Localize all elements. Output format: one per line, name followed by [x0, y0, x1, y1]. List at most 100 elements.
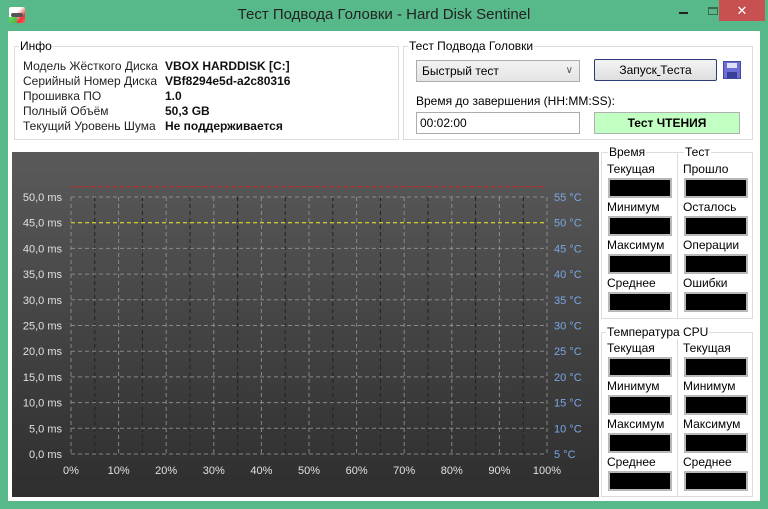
y2-tick-label: 40 °C: [554, 269, 582, 281]
time-group-label: Время: [608, 145, 647, 159]
test-stat-label: Операции: [683, 238, 740, 252]
temperature-stat-value-box: [608, 395, 672, 415]
info-label-noise: Текущий Уровень Шума: [23, 119, 156, 133]
time-stat-value-box: [608, 178, 672, 198]
temperature-stat-value-box: [608, 357, 672, 377]
time-stat-value-box: [608, 216, 672, 236]
x-tick-label: 70%: [393, 465, 415, 477]
test-stat-value-box: [684, 178, 748, 198]
test-stat-label: Ошибки: [683, 276, 728, 290]
minimize-icon: [678, 11, 688, 14]
info-value-firmware: 1.0: [165, 89, 182, 103]
save-icon[interactable]: [723, 61, 741, 79]
test-stat-label: Прошло: [683, 162, 729, 176]
time-stat-value-box: [608, 254, 672, 274]
y2-tick-label: 45 °C: [554, 243, 582, 255]
stats-divider: [677, 153, 678, 319]
y2-tick-label: 50 °C: [554, 218, 582, 230]
temperature-stat-label: Текущая: [607, 341, 655, 355]
x-tick-label: 90%: [488, 465, 510, 477]
chevron-down-icon: ∨: [565, 65, 573, 76]
info-value-serial: VBf8294e5d-a2c80316: [165, 74, 291, 88]
seek-time-chart: 0,0 ms 5,0 ms 10,0 ms 15,0 ms 20,0 ms 25,0 ms…: [12, 152, 599, 497]
temperature-stat-label: Среднее: [607, 455, 656, 469]
y-tick-label: 25,0 ms: [23, 321, 63, 333]
test-group-label: Тест Подвода Головки: [408, 39, 535, 53]
x-tick-label: 30%: [203, 465, 225, 477]
info-label-capacity: Полный Объём: [23, 104, 109, 118]
time-stat-label: Максимум: [607, 238, 665, 252]
time-test-stats-group: Время Тест Текущая Минимум Максимум Среднее…: [601, 145, 753, 319]
app-window: Тест Подвода Головки - Hard Disk Sentine…: [0, 0, 768, 509]
cpu-stat-value-box: [684, 433, 748, 453]
start-test-button[interactable]: Запуск Теста: [594, 59, 717, 81]
time-stat-label: Текущая: [607, 162, 655, 176]
time-stat-value-box: [608, 292, 672, 312]
test-mode-value: Быстрый тест: [422, 64, 499, 78]
temperature-cpu-stats-group: Температура CPU Текущая Минимум Максимум Ср…: [601, 325, 753, 497]
info-label-serial: Серийный Номер Диска: [23, 74, 157, 88]
y-tick-label: 30,0 ms: [23, 295, 63, 307]
y-tick-label: 40,0 ms: [23, 243, 63, 255]
time-remaining-input[interactable]: [416, 112, 580, 134]
chart-svg: 0,0 ms 5,0 ms 10,0 ms 15,0 ms 20,0 ms 25,0 ms…: [23, 186, 582, 477]
cpu-stat-value-box: [684, 395, 748, 415]
x-tick-label: 10%: [108, 465, 130, 477]
info-label-model: Модель Жёсткого Диска: [23, 59, 158, 73]
time-remaining-label: Время до завершения (HH:MM:SS):: [416, 94, 615, 108]
test-stat-value-box: [684, 292, 748, 312]
test-stat-value-box: [684, 254, 748, 274]
y-tick-label: 45,0 ms: [23, 218, 63, 230]
info-label-firmware: Прошивка ПО: [23, 89, 102, 103]
y-tick-label: 5,0 ms: [29, 423, 63, 435]
x-tick-label: 0%: [63, 465, 79, 477]
y-tick-label: 10,0 ms: [23, 398, 63, 410]
cpu-stat-label: Текущая: [683, 341, 731, 355]
y2-tick-label: 20 °C: [554, 372, 582, 384]
time-stat-label: Среднее: [607, 276, 656, 290]
x-tick-label: 40%: [250, 465, 272, 477]
test-mode-select[interactable]: Быстрый тест ∨: [416, 60, 580, 82]
info-value-model: VBOX HARDDISK [C:]: [165, 59, 290, 73]
title-bar[interactable]: Тест Подвода Головки - Hard Disk Sentine…: [0, 0, 768, 30]
time-stat-label: Минимум: [607, 200, 660, 214]
temperature-group-label: Температура: [606, 325, 681, 339]
y2-tick-label: 30 °C: [554, 321, 582, 333]
close-icon: ✕: [736, 2, 748, 18]
cpu-stat-value-box: [684, 471, 748, 491]
y2-tick-label: 5 °C: [554, 449, 576, 461]
minimize-button[interactable]: [670, 0, 696, 21]
close-button[interactable]: ✕: [719, 0, 765, 21]
x-tick-label: 80%: [441, 465, 463, 477]
x-tick-label: 100%: [533, 465, 561, 477]
test-stat-value-box: [684, 216, 748, 236]
x-tick-label: 50%: [298, 465, 320, 477]
info-group-label: Инфо: [19, 39, 53, 53]
start-test-label: Запуск Теста: [619, 63, 692, 77]
stats-divider: [677, 333, 678, 497]
temperature-stat-value-box: [608, 471, 672, 491]
test-stats-group-label: Тест: [684, 145, 711, 159]
client-area: Инфо Модель Жёсткого Диска VBOX HARDDISK…: [8, 31, 760, 501]
x-tick-label: 60%: [346, 465, 368, 477]
cpu-group-label: CPU: [682, 325, 710, 339]
y2-tick-label: 15 °C: [554, 398, 582, 410]
y-tick-label: 35,0 ms: [23, 269, 63, 281]
y2-tick-label: 25 °C: [554, 346, 582, 358]
y2-tick-label: 55 °C: [554, 192, 582, 204]
cpu-stat-label: Минимум: [683, 379, 736, 393]
test-group: Тест Подвода Головки Быстрый тест ∨ Запу…: [403, 39, 753, 140]
window-title: Тест Подвода Головки - Hard Disk Sentine…: [237, 6, 531, 23]
info-value-capacity: 50,3 GB: [165, 104, 210, 118]
info-value-noise: Не поддерживается: [165, 119, 283, 133]
test-stat-label: Осталось: [683, 200, 737, 214]
test-status-badge: Тест ЧТЕНИЯ: [594, 112, 740, 134]
maximize-icon: [708, 6, 718, 15]
y-tick-label: 15,0 ms: [23, 372, 63, 384]
info-group: Инфо Модель Жёсткого Диска VBOX HARDDISK…: [14, 39, 399, 140]
y-tick-label: 50,0 ms: [23, 192, 63, 204]
y-tick-label: 0,0 ms: [29, 449, 63, 461]
cpu-stat-label: Среднее: [683, 455, 732, 469]
y2-tick-label: 10 °C: [554, 423, 582, 435]
temperature-stat-label: Максимум: [607, 417, 665, 431]
